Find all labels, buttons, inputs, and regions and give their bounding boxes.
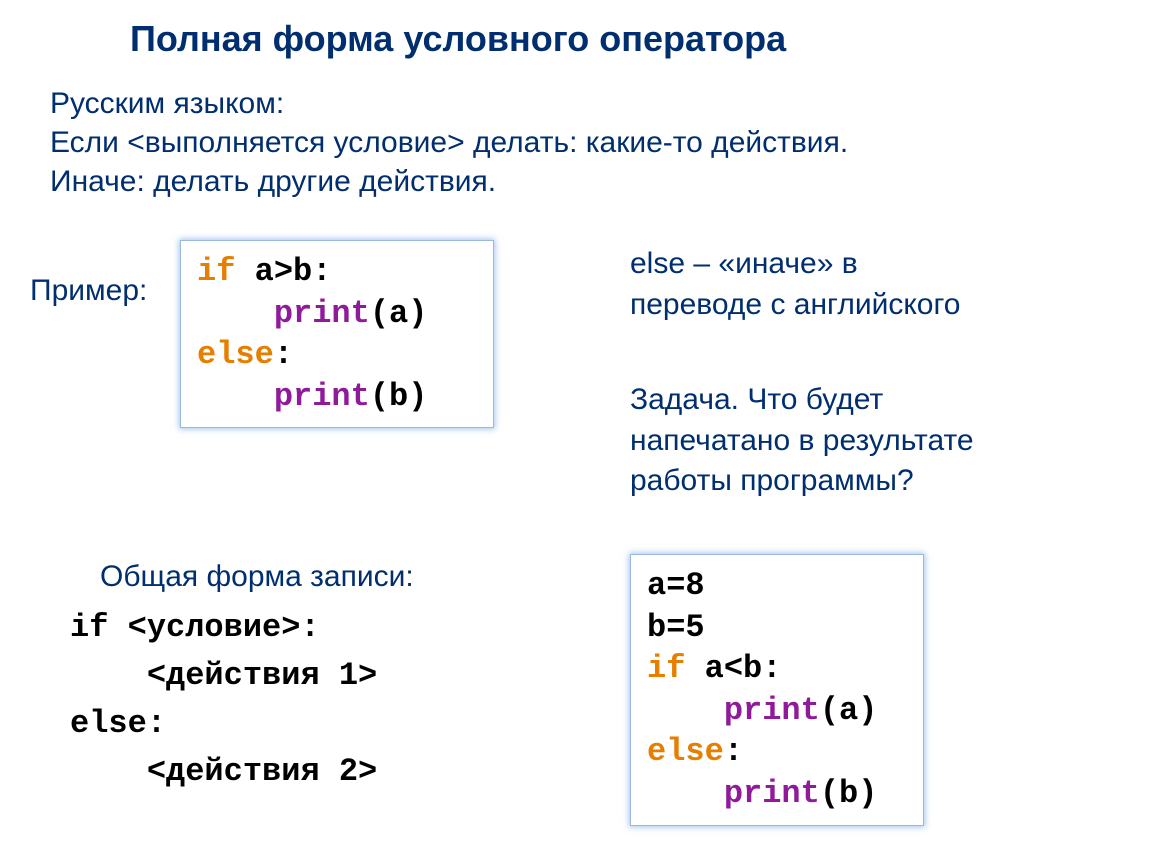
gen-l2: <действия 1>	[70, 657, 377, 694]
code1-l4-rest: (b)	[370, 378, 428, 415]
code1-l3-rest: :	[274, 336, 293, 373]
intro-line-1: Русским языком:	[50, 87, 284, 120]
slide-title: Полная форма условного оператора	[130, 18, 786, 60]
code1-print-2: print	[274, 378, 370, 415]
code1-if-kw: if	[197, 253, 235, 290]
code2-l5-rest: :	[724, 733, 743, 770]
general-form-code: if <условие>: <действия 1> else: <действ…	[70, 604, 377, 796]
task-code-box: a=8 b=5 if a<b: print(a) else: print(b)	[630, 554, 924, 826]
code1-l2-rest: (a)	[370, 295, 428, 332]
code-example-box: if a>b: print(a) else: print(b)	[180, 240, 494, 428]
intro-line-3: Иначе: делать другие действия.	[50, 165, 496, 198]
code2-l1: a=8	[647, 567, 705, 604]
right1-line-2: переводе с английского	[630, 288, 960, 321]
code1-l4-indent	[197, 378, 274, 415]
code2-l4-rest: (a)	[820, 692, 878, 729]
right2-line-3: работы программы?	[630, 464, 914, 497]
code2-l6-indent	[647, 775, 724, 812]
code2-print-1: print	[724, 692, 820, 729]
right2-line-2: напечатано в результате	[630, 424, 974, 457]
right2-line-1: Задача. Что будет	[630, 383, 883, 416]
else-translation-note: else – «иначе» в переводе с английского	[630, 244, 1100, 325]
code2-if-kw: if	[647, 650, 685, 687]
code2-l3-rest: a<b:	[685, 650, 781, 687]
general-form-label: Общая форма записи:	[100, 560, 414, 594]
gen-l1: if <условие>:	[70, 609, 320, 646]
code2-print-2: print	[724, 775, 820, 812]
gen-l3: else:	[70, 705, 166, 742]
code1-l2-indent	[197, 295, 274, 332]
code2-l4-indent	[647, 692, 724, 729]
code2-l6-rest: (b)	[820, 775, 878, 812]
gen-l4: <действия 2>	[70, 753, 377, 790]
code1-else-kw: else	[197, 336, 274, 373]
code1-l1-rest: a>b:	[235, 253, 331, 290]
task-question: Задача. Что будет напечатано в результат…	[630, 380, 1110, 502]
code2-l2: b=5	[647, 609, 705, 646]
code2-else-kw: else	[647, 733, 724, 770]
intro-text: Русским языком: Если <выполняется услови…	[50, 84, 848, 201]
example-label: Пример:	[30, 274, 147, 308]
intro-line-2: Если <выполняется условие> делать: какие…	[50, 126, 848, 159]
right1-line-1: else – «иначе» в	[630, 247, 858, 280]
code1-print-1: print	[274, 295, 370, 332]
